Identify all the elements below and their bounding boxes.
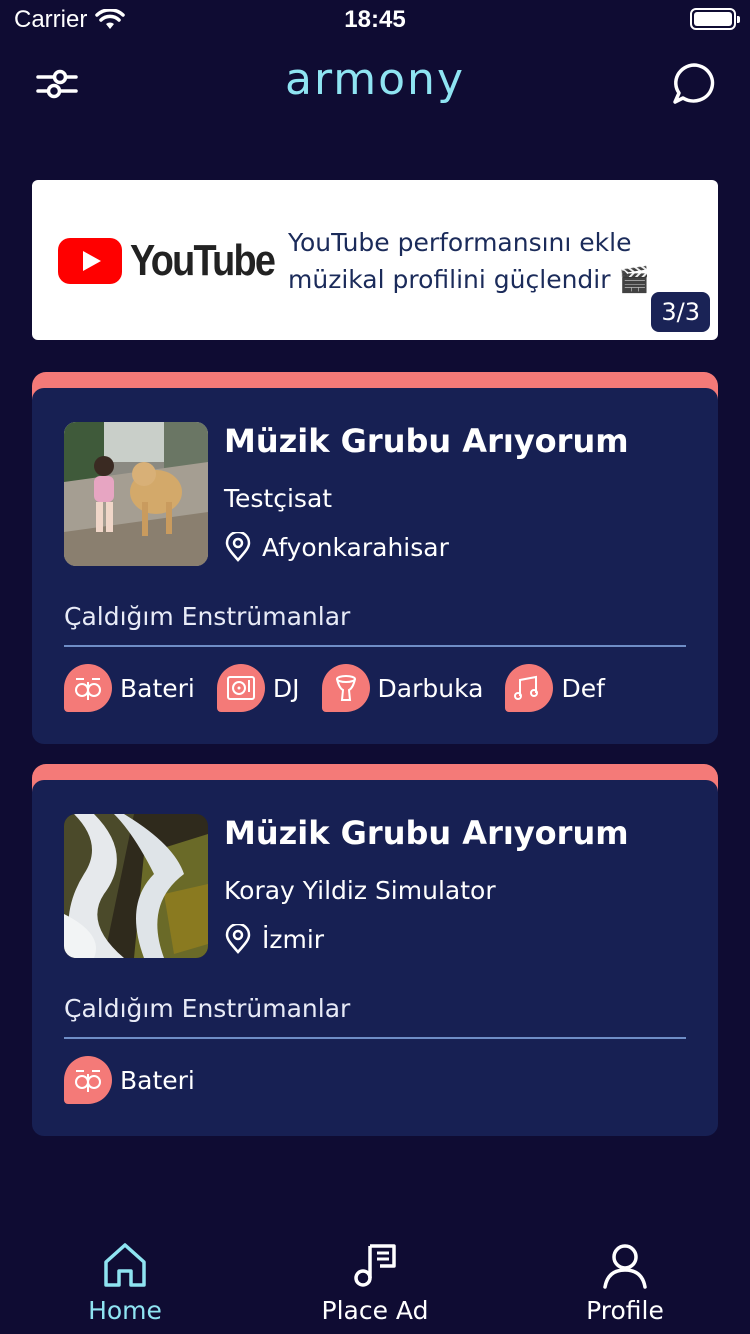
app-header: armony xyxy=(0,50,750,120)
instrument-list: Bateri xyxy=(64,1056,195,1104)
banner-page-counter: 3/3 xyxy=(651,292,710,332)
card-body: Müzik Grubu Arıyorum Koray Yildiz Simula… xyxy=(32,780,718,1136)
instrument-name: Def xyxy=(561,673,605,703)
carrier-info: Carrier xyxy=(14,6,126,34)
instrument-name: DJ xyxy=(272,673,300,703)
tab-place-ad[interactable]: Place Ad xyxy=(250,1240,500,1325)
location-text: Afyonkarahisar xyxy=(262,532,449,562)
listing-location: Afyonkarahisar xyxy=(224,532,449,562)
drum-kit-icon xyxy=(64,1056,112,1104)
sliders-icon xyxy=(36,69,78,99)
divider xyxy=(64,1037,686,1039)
location-text: İzmir xyxy=(262,924,325,954)
instrument-name: Darbuka xyxy=(377,673,484,703)
listing-thumbnail xyxy=(64,814,208,958)
brand-logo: armony xyxy=(285,54,465,105)
bottom-tab-bar: Home Place Ad Profile xyxy=(0,1230,750,1334)
instrument-item: Bateri xyxy=(64,664,195,712)
home-icon xyxy=(104,1243,146,1287)
drum-kit-icon xyxy=(64,664,112,712)
tab-profile[interactable]: Profile xyxy=(500,1240,750,1325)
waterfall-photo xyxy=(64,814,208,958)
youtube-logo: YouTube xyxy=(58,236,298,286)
darbuka-icon xyxy=(321,664,370,712)
turntable-icon xyxy=(216,664,265,712)
instrument-name: Bateri xyxy=(120,1065,195,1095)
divider xyxy=(64,645,686,647)
filter-button[interactable] xyxy=(34,62,80,106)
wifi-icon xyxy=(95,9,126,29)
instruments-label: Çaldığım Enstrümanlar xyxy=(64,602,351,631)
instrument-item: Darbuka xyxy=(321,664,484,712)
instrument-list: Bateri DJ Darbuka Def xyxy=(64,664,605,712)
music-note-icon xyxy=(354,1244,396,1287)
tab-label: Place Ad xyxy=(321,1296,429,1325)
youtube-play-icon xyxy=(58,238,122,284)
user-icon xyxy=(603,1244,647,1289)
chat-button[interactable] xyxy=(670,60,718,108)
listing-title: Müzik Grubu Arıyorum xyxy=(224,814,629,852)
listing-thumbnail xyxy=(64,422,208,566)
instruments-label: Çaldığım Enstrümanlar xyxy=(64,994,351,1023)
location-pin-icon xyxy=(225,924,251,954)
listing-user: Testçisat xyxy=(224,484,333,513)
tab-home[interactable]: Home xyxy=(0,1240,250,1325)
girl-and-dog-photo xyxy=(64,422,208,566)
instrument-item: DJ xyxy=(216,664,300,712)
status-bar: Carrier 18:45 xyxy=(0,0,750,40)
location-pin-icon xyxy=(225,532,251,562)
frame-drum-icon xyxy=(505,664,554,712)
instrument-name: Bateri xyxy=(120,673,195,703)
tab-label: Profile xyxy=(586,1296,664,1325)
instrument-item: Def xyxy=(505,664,605,712)
youtube-logo-text: YouTube xyxy=(130,236,276,285)
youtube-banner[interactable]: YouTube YouTube performansını ekle müzik… xyxy=(32,180,718,340)
card-body: Müzik Grubu Arıyorum Testçisat Afyonkara… xyxy=(32,388,718,744)
listing-user: Koray Yildiz Simulator xyxy=(224,876,496,905)
battery-icon xyxy=(690,8,740,30)
listing-location: İzmir xyxy=(224,924,324,954)
carrier-name: Carrier xyxy=(14,6,88,33)
instrument-item: Bateri xyxy=(64,1056,195,1104)
chat-bubble-icon xyxy=(673,63,715,104)
banner-message: YouTube performansını ekle müzikal profi… xyxy=(288,228,650,294)
tab-label: Home xyxy=(88,1296,162,1325)
listing-title: Müzik Grubu Arıyorum xyxy=(224,422,629,460)
